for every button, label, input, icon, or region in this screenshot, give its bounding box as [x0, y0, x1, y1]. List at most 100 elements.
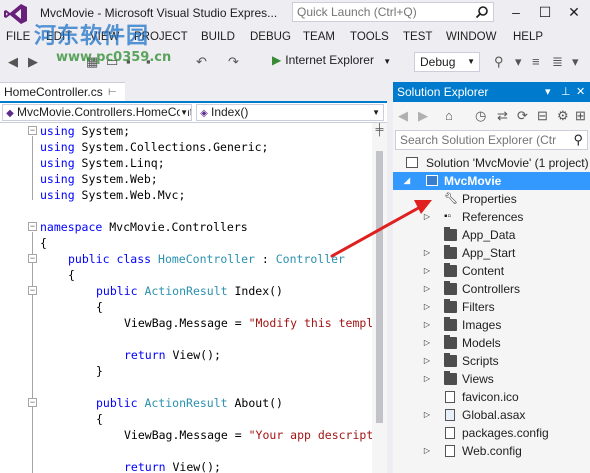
tree-item-file[interactable]: ▷ Global.asax	[393, 406, 590, 424]
members-dropdown[interactable]: ◈ Index() ▼	[196, 104, 384, 121]
menu-window[interactable]: WINDOW	[446, 31, 496, 43]
forward-icon[interactable]: ▶	[418, 108, 428, 124]
tree-item-folder[interactable]: App_Data	[393, 226, 590, 244]
editor-margin	[0, 123, 20, 473]
tree-item-folder[interactable]: ▷ Images	[393, 316, 590, 334]
outline-collapse-icon[interactable]: −	[28, 398, 37, 407]
menu-project[interactable]: PROJECT	[134, 31, 188, 43]
save-all-icon[interactable]: ▪	[146, 54, 151, 69]
collapsed-icon[interactable]: ▷	[422, 208, 432, 226]
members-dropdown-value: Index()	[211, 105, 249, 119]
tree-item-references[interactable]: ▷ ▪▫ References	[393, 208, 590, 226]
menu-tools[interactable]: TOOLS	[350, 31, 389, 43]
new-project-icon[interactable]: ▦	[86, 54, 98, 70]
undo-icon[interactable]: ↶	[196, 54, 207, 70]
refresh-icon[interactable]: ⟳	[517, 108, 528, 124]
pin-icon[interactable]: ⊥	[561, 82, 571, 102]
menu-help[interactable]: HELP	[513, 31, 543, 43]
outline-collapse-icon[interactable]: −	[28, 222, 37, 231]
editor-vertical-scrollbar[interactable]	[372, 123, 387, 473]
maximize-button[interactable]: ☐	[533, 2, 557, 22]
collapsed-icon[interactable]: ▷	[422, 244, 432, 262]
code-line: using System;	[40, 124, 131, 138]
menu-test[interactable]: TEST	[403, 31, 432, 43]
forward-icon[interactable]: ▶	[28, 54, 38, 70]
method-icon: ◈	[200, 108, 208, 119]
collapsed-icon[interactable]: ▷	[422, 316, 432, 334]
minimize-button[interactable]: –	[504, 2, 528, 22]
start-debugging-button[interactable]: ▶ Internet Explorer ▼	[272, 53, 391, 71]
tree-item-folder[interactable]: ▷ Models	[393, 334, 590, 352]
close-panel-icon[interactable]: ✕	[576, 82, 585, 102]
code-line: {	[40, 236, 47, 250]
tree-item-file[interactable]: favicon.ico	[393, 388, 590, 406]
close-button[interactable]: ✕	[562, 2, 586, 22]
menu-team[interactable]: TEAM	[303, 31, 335, 43]
back-icon[interactable]: ◀	[398, 108, 408, 124]
find-in-files-icon[interactable]: ⚲	[494, 54, 504, 70]
tree-item-folder[interactable]: ▷ Content	[393, 262, 590, 280]
menu-edit[interactable]: EDIT	[46, 31, 72, 43]
show-all-files-icon[interactable]: ⊞	[575, 108, 586, 124]
folder-icon	[444, 317, 457, 331]
tree-item-folder[interactable]: ▷ App_Start	[393, 244, 590, 262]
pin-tab-icon[interactable]: ⊢	[108, 83, 117, 102]
collapsed-icon[interactable]: ▷	[422, 280, 432, 298]
quick-launch-box[interactable]	[292, 2, 494, 22]
collapsed-icon[interactable]: ▷	[422, 352, 432, 370]
toolbar-overflow-icon[interactable]: ▾	[572, 54, 579, 70]
outline-collapse-icon[interactable]: −	[28, 126, 37, 135]
asax-file-icon	[445, 409, 455, 421]
open-file-icon[interactable]: ▭	[106, 54, 118, 70]
history-icon[interactable]: ◷	[475, 108, 486, 124]
tree-item-properties[interactable]: 🔧︎ Properties	[393, 190, 590, 208]
chevron-down-icon: ▼	[383, 57, 392, 66]
collapsed-icon[interactable]: ▷	[422, 406, 432, 424]
redo-icon[interactable]: ↷	[228, 54, 239, 70]
tree-item-file[interactable]: ▷ Web.config	[393, 442, 590, 460]
chevron-down-icon: ▼	[180, 105, 188, 120]
tab-homecontroller[interactable]: HomeController.cs ⊢	[0, 82, 125, 102]
solution-explorer-search[interactable]: ⚲	[395, 130, 588, 150]
tree-item-folder[interactable]: ▷ Filters	[393, 298, 590, 316]
code-line: using System.Linq;	[40, 156, 165, 170]
scrollbar-thumb[interactable]	[376, 151, 383, 423]
search-icon[interactable]: ⚲	[573, 132, 583, 148]
menu-view[interactable]: VIEW	[90, 31, 119, 43]
sync-icon[interactable]: ⇄	[497, 108, 508, 124]
code-editor[interactable]: − − − − − using System; using System.Col…	[0, 123, 372, 473]
save-icon[interactable]: ▪	[126, 54, 131, 69]
tree-item-folder[interactable]: ▷ Scripts	[393, 352, 590, 370]
collapsed-icon[interactable]: ▷	[422, 334, 432, 352]
expanded-icon[interactable]: ◢	[402, 172, 412, 190]
collapsed-icon[interactable]: ▷	[422, 298, 432, 316]
menu-debug[interactable]: DEBUG	[250, 31, 291, 43]
tree-item-folder[interactable]: ▷ Views	[393, 370, 590, 388]
outline-collapse-icon[interactable]: −	[28, 286, 37, 295]
comment-icon[interactable]: ≡	[532, 54, 540, 69]
tree-item-project-mvcmovie[interactable]: ◢ MvcMovie	[393, 172, 590, 190]
search-icon[interactable]	[475, 5, 489, 19]
solution-configuration-select[interactable]: Debug ▼	[414, 52, 480, 72]
types-dropdown[interactable]: ◆ MvcMovie.Controllers.HomeCont ▼	[2, 104, 192, 121]
menu-build[interactable]: BUILD	[201, 31, 235, 43]
panel-menu-icon[interactable]: ▾	[545, 82, 551, 102]
back-icon[interactable]: ◀	[8, 54, 18, 70]
tree-item-folder[interactable]: ▷ Controllers	[393, 280, 590, 298]
properties-icon[interactable]: ⚙	[557, 108, 569, 124]
quick-launch-input[interactable]	[293, 3, 463, 21]
tree-item-solution[interactable]: Solution 'MvcMovie' (1 project)	[393, 154, 590, 172]
collapsed-icon[interactable]: ▷	[422, 442, 432, 460]
tree-item-file[interactable]: packages.config	[393, 424, 590, 442]
outline-collapse-icon[interactable]: −	[28, 254, 37, 263]
split-window-icon[interactable]: ╪	[372, 124, 387, 136]
code-line: }	[96, 364, 103, 378]
menu-file[interactable]: FILE	[6, 31, 30, 43]
home-icon[interactable]: ⌂	[445, 108, 453, 123]
solution-explorer-search-input[interactable]	[396, 131, 556, 149]
collapse-all-icon[interactable]: ⊟	[537, 108, 548, 124]
toolbar-options-icon[interactable]: ▾	[515, 54, 522, 70]
collapsed-icon[interactable]: ▷	[422, 370, 432, 388]
uncomment-icon[interactable]: ≣	[552, 54, 563, 70]
collapsed-icon[interactable]: ▷	[422, 262, 432, 280]
